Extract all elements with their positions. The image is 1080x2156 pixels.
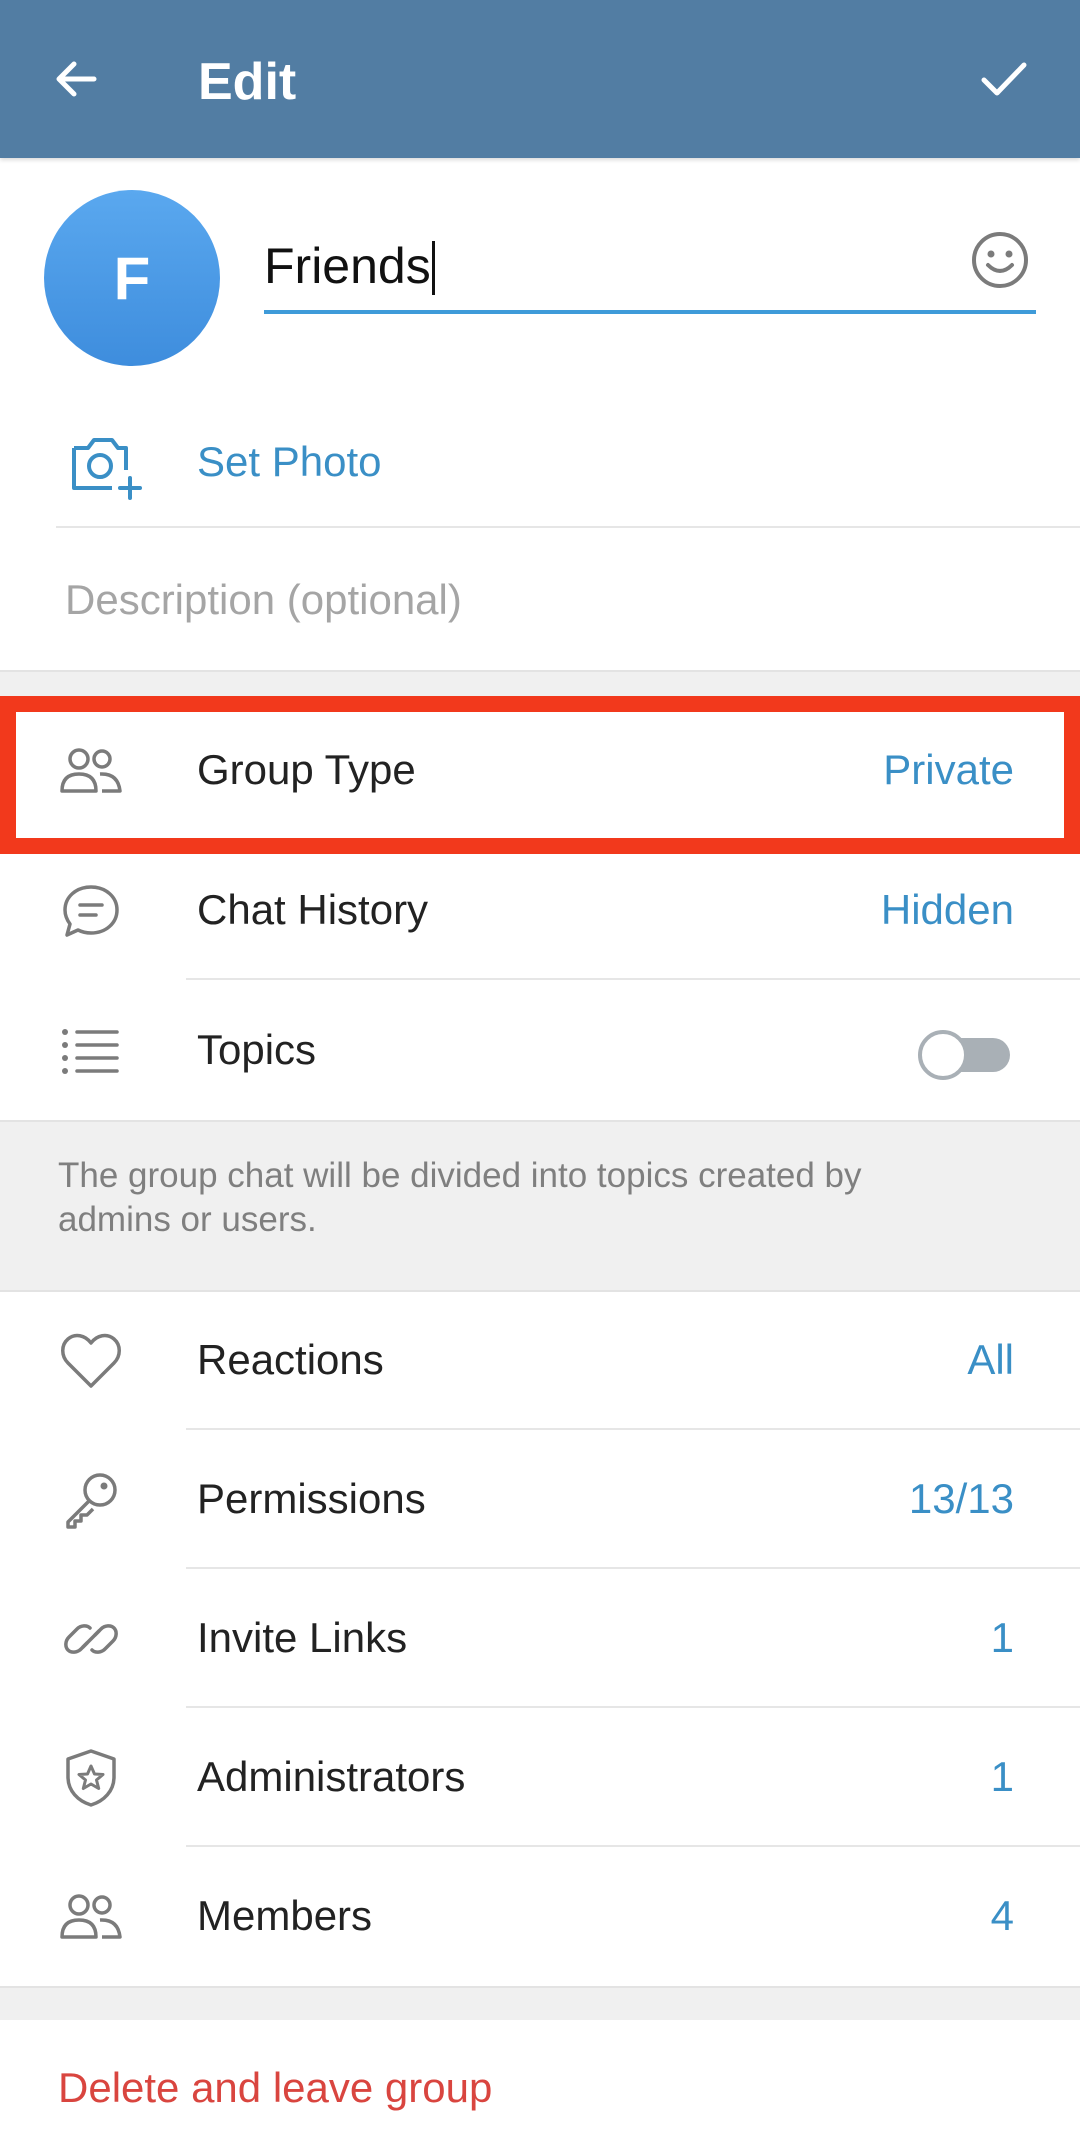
administrators-row[interactable]: Administrators 1 [0, 1709, 1080, 1847]
members-label: Members [197, 1892, 373, 1939]
arrow-left-icon [56, 61, 97, 97]
members-row[interactable]: Members 4 [0, 1848, 1080, 1986]
permissions-label: Permissions [197, 1475, 426, 1522]
done-button[interactable] [964, 43, 1044, 115]
invite-links-label: Invite Links [197, 1614, 408, 1661]
divider [186, 1845, 1080, 1847]
topics-row[interactable]: Topics [0, 982, 1080, 1120]
back-button[interactable] [40, 43, 112, 115]
divider [186, 1567, 1080, 1569]
camera-add-icon [68, 426, 148, 506]
toggle-knob [918, 1030, 968, 1080]
divider [186, 978, 1080, 980]
group-type-value: Private [883, 746, 1014, 793]
reactions-row[interactable]: Reactions All [0, 1292, 1080, 1430]
delete-and-leave-button[interactable]: Delete and leave group [58, 2060, 492, 2116]
divider [186, 1706, 1080, 1708]
section-gap [0, 1986, 1080, 2020]
divider [186, 1428, 1080, 1430]
app-bar: Edit [0, 0, 1080, 158]
invite-links-row[interactable]: Invite Links 1 [0, 1570, 1080, 1708]
administrators-value: 1 [990, 1753, 1014, 1800]
list-icon [56, 1021, 126, 1081]
avatar-letter: F [113, 244, 151, 312]
topics-toggle[interactable] [918, 1030, 1010, 1080]
emoji-button[interactable] [966, 226, 1034, 294]
reactions-value: All [967, 1336, 1014, 1383]
people-icon [56, 1887, 126, 1947]
chat-history-value: Hidden [880, 886, 1014, 933]
shield-star-icon [56, 1748, 126, 1808]
divider [56, 526, 1080, 528]
smiley-icon [972, 232, 1028, 288]
page-title: Edit [198, 53, 297, 111]
permissions-row[interactable]: Permissions 13/13 [0, 1431, 1080, 1569]
topics-info-section: The group chat will be divided into topi… [0, 1120, 1080, 1292]
set-photo-button[interactable]: Set Photo [0, 408, 1080, 528]
group-type-row[interactable]: Group Type Private [0, 702, 1080, 840]
chat-bubble-icon [56, 881, 126, 941]
link-icon [56, 1609, 126, 1669]
topics-info-text: The group chat will be divided into topi… [58, 1156, 862, 1239]
members-value: 4 [990, 1892, 1014, 1939]
checkmark-icon [981, 62, 1027, 96]
key-icon [56, 1470, 126, 1530]
group-avatar[interactable]: F [44, 190, 220, 366]
reactions-label: Reactions [197, 1336, 384, 1383]
group-name-value: Friends [264, 238, 431, 294]
set-photo-label: Set Photo [197, 438, 382, 485]
permissions-value: 13/13 [908, 1475, 1014, 1522]
heart-icon [56, 1331, 126, 1391]
administrators-label: Administrators [197, 1753, 466, 1800]
section-gap [0, 670, 1080, 700]
group-name-input[interactable]: Friends [264, 222, 1036, 314]
chat-history-label: Chat History [197, 886, 429, 933]
topics-label: Topics [197, 1026, 317, 1073]
chat-history-row[interactable]: Chat History Hidden [0, 842, 1080, 980]
people-icon [56, 741, 126, 801]
invite-links-value: 1 [990, 1614, 1014, 1661]
text-caret [431, 241, 435, 295]
group-type-label: Group Type [197, 746, 416, 793]
description-input[interactable]: Description (optional) [65, 572, 462, 628]
